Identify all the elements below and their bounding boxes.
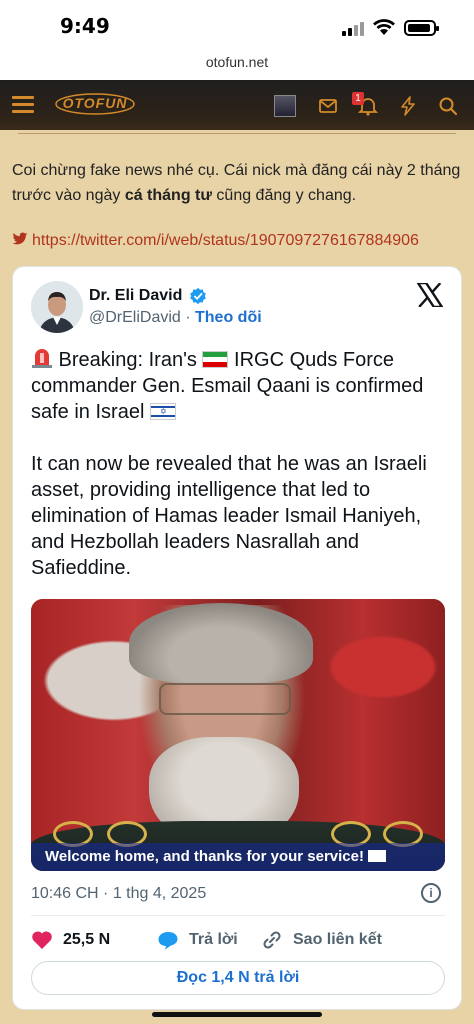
copy-link-label: Sao liên kết xyxy=(293,931,382,948)
photo-caption: Welcome home, and thanks for your servic… xyxy=(31,843,445,871)
post-message: Coi chừng fake news nhé cụ. Cái nick mà … xyxy=(12,158,464,208)
iran-flag-icon xyxy=(202,351,229,368)
menu-icon[interactable] xyxy=(12,96,34,114)
reply-bubble-icon xyxy=(158,932,178,950)
like-button[interactable]: 25,5 N xyxy=(31,927,141,953)
logo-text: OTOFUN xyxy=(62,95,128,111)
tweet-timestamp[interactable]: 10:46 CH · 1 thg 4, 2025 xyxy=(31,885,206,903)
link-icon xyxy=(263,931,281,949)
tweet-link-text: https://twitter.com/i/web/status/1907097… xyxy=(32,232,419,249)
tweet-author-avatar[interactable] xyxy=(31,281,83,333)
x-logo-icon[interactable] xyxy=(417,283,443,307)
address-bar[interactable]: otofun.net xyxy=(0,50,474,80)
tweet-body: Breaking: Iran's IRGC Quds Force command… xyxy=(31,347,451,607)
tweet-paragraph-1: Breaking: Iran's IRGC Quds Force command… xyxy=(31,349,424,423)
post-top-divider xyxy=(18,130,456,134)
like-count: 25,5 N xyxy=(63,931,111,948)
reply-label: Trả lời xyxy=(189,931,238,948)
tweet-photo[interactable]: Welcome home, and thanks for your servic… xyxy=(31,599,445,871)
home-indicator[interactable] xyxy=(152,1012,322,1017)
read-replies-button[interactable]: Đọc 1,4 N trả lời xyxy=(31,961,445,995)
copy-link-button[interactable]: Sao liên kết xyxy=(261,927,431,953)
post-text-bold: cá tháng tư xyxy=(124,187,212,204)
embedded-tweet[interactable]: Dr. Eli David @DrEliDavid · Theo dõi Bre… xyxy=(12,266,462,1010)
twitter-bird-icon xyxy=(12,232,28,245)
search-icon[interactable] xyxy=(438,96,458,116)
status-time: 9:49 xyxy=(60,14,110,38)
reply-button[interactable]: Trả lời xyxy=(157,927,267,953)
user-avatar[interactable] xyxy=(274,95,296,117)
tweet-link[interactable]: https://twitter.com/i/web/status/1907097… xyxy=(12,232,472,250)
tweet-divider xyxy=(31,915,445,916)
notification-badge: 1 xyxy=(352,92,364,105)
inbox-icon[interactable] xyxy=(318,96,338,116)
battery-icon xyxy=(404,20,439,36)
tweet-actions: 25,5 N Trả lời Sao liên kết xyxy=(31,927,445,953)
siren-icon xyxy=(32,349,52,368)
post-text-after: cũng đăng y chang. xyxy=(211,187,357,204)
israel-flag-icon: ✡ xyxy=(149,403,176,420)
lightning-icon[interactable] xyxy=(398,96,418,116)
status-bar: 9:49 xyxy=(0,0,474,50)
wifi-icon xyxy=(373,19,395,35)
cellular-signal-icon xyxy=(342,22,364,36)
verified-badge-icon xyxy=(190,287,206,305)
israel-flag-icon xyxy=(367,850,386,862)
tweet-paragraph-2: It can now be revealed that he was an Is… xyxy=(31,453,427,579)
heart-icon xyxy=(32,931,52,949)
tweet-author-name[interactable]: Dr. Eli David xyxy=(89,287,182,305)
info-icon[interactable]: i xyxy=(421,883,441,903)
site-logo[interactable]: OTOFUN xyxy=(55,92,135,116)
tweet-author-handle: @DrEliDavid · xyxy=(89,309,191,326)
follow-button[interactable]: Theo dõi xyxy=(195,309,262,327)
